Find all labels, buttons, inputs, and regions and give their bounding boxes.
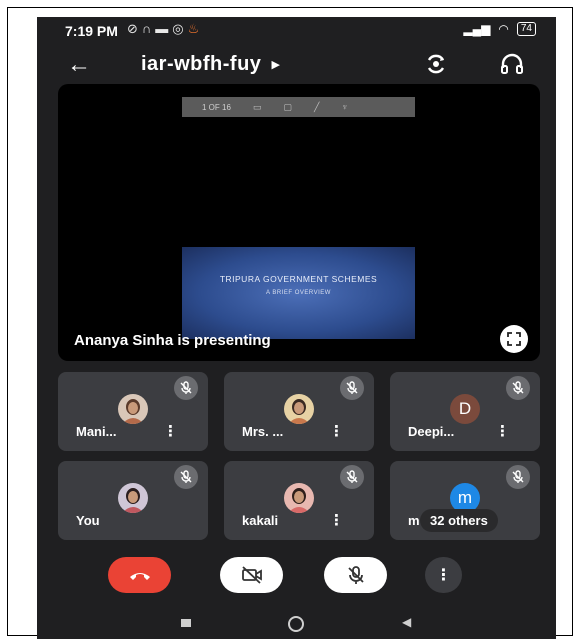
wifi-icon: ◠ <box>498 22 509 36</box>
fullscreen-button[interactable] <box>500 325 528 353</box>
muted-mic-icon <box>174 465 198 489</box>
battery-icon: 74 <box>516 22 536 36</box>
pen-icon: ╱ <box>313 101 320 112</box>
slide-title: TRIPURA GOVERNMENT SCHEMES <box>219 274 378 284</box>
participant-tile[interactable]: kakali ⋮ <box>224 461 374 540</box>
recents-icon[interactable] <box>181 619 191 627</box>
others-count-chip[interactable]: 32 others <box>420 509 498 532</box>
muted-mic-icon <box>174 376 198 400</box>
more-options-button[interactable]: ⋮ <box>425 557 462 593</box>
android-nav-bar: ◀ <box>37 607 556 639</box>
message-icon: ▬ <box>155 21 173 36</box>
caret-right-icon: ▶ <box>271 59 281 72</box>
camera-off-icon <box>241 566 262 584</box>
participant-avatar <box>284 394 314 424</box>
status-time: 7:19 PM <box>65 23 118 39</box>
tinder-icon: ♨ <box>187 21 204 36</box>
notification-icons: ⊘∩▬◎♨ <box>127 21 203 37</box>
end-call-button[interactable] <box>108 557 171 593</box>
status-right: ▂▄▆ ◠ 74 <box>463 22 536 36</box>
presenting-label: Ananya Sinha is presenting <box>74 332 271 349</box>
back-icon[interactable]: ◀ <box>402 615 411 629</box>
slide-toolbar: 1 OF 16 ▭ ▢ ╱ ♆ <box>182 97 415 117</box>
participant-name: Deepi... <box>408 424 455 439</box>
headphones-icon: ∩ <box>141 21 156 36</box>
participant-tile[interactable]: m m 32 others <box>390 461 540 540</box>
participant-avatar: D <box>450 394 480 424</box>
slide-content: TRIPURA GOVERNMENT SCHEMES A BRIEF OVERV… <box>182 247 415 339</box>
home-icon[interactable] <box>288 616 304 632</box>
gallery-icon: ⊘ <box>127 21 142 36</box>
participant-avatar <box>118 394 148 424</box>
participant-name: m <box>408 513 420 528</box>
meeting-header: ← iar-wbfh-fuy ▶ <box>37 47 556 83</box>
participant-avatar <box>118 483 148 513</box>
meeting-code-text: iar-wbfh-fuy <box>141 53 262 75</box>
status-bar: 7:19 PM ⊘∩▬◎♨ ▂▄▆ ◠ 74 <box>37 17 556 43</box>
participant-menu-icon[interactable]: ⋮ <box>163 422 178 440</box>
phone-hangup-icon <box>129 573 150 580</box>
slide-page-indicator: 1 OF 16 <box>202 102 231 112</box>
fullscreen-icon <box>507 332 521 346</box>
participant-name: Mani... <box>76 424 117 439</box>
meeting-code[interactable]: iar-wbfh-fuy ▶ <box>141 53 280 76</box>
comment-icon: ▭ <box>252 101 262 112</box>
presentation-view[interactable]: 1 OF 16 ▭ ▢ ╱ ♆ TRIPURA GOVERNMENT SCHEM… <box>58 84 540 361</box>
phone-screen: 7:19 PM ⊘∩▬◎♨ ▂▄▆ ◠ 74 ← iar-wbfh-fuy ▶ 1… <box>37 17 556 639</box>
muted-mic-icon <box>340 465 364 489</box>
muted-mic-icon <box>340 376 364 400</box>
participant-menu-icon[interactable]: ⋮ <box>329 511 344 529</box>
participant-name: You <box>76 513 100 528</box>
participant-tile[interactable]: Mani... ⋮ <box>58 372 208 451</box>
muted-mic-icon <box>506 376 530 400</box>
participant-tile[interactable]: You <box>58 461 208 540</box>
avatar-letter: D <box>458 399 472 418</box>
participant-menu-icon[interactable]: ⋮ <box>495 422 510 440</box>
avatar-letter: m <box>457 488 473 507</box>
camera-toggle-button[interactable] <box>220 557 283 593</box>
more-vert-icon: ⋮ <box>435 567 452 584</box>
participant-name: kakali <box>242 513 279 528</box>
participant-avatar <box>284 483 314 513</box>
pointer-icon: ♆ <box>341 102 349 112</box>
headphones-icon[interactable] <box>499 51 525 77</box>
participant-tile[interactable]: Mrs. ... ⋮ <box>224 372 374 451</box>
microphone-toggle-button[interactable] <box>324 557 387 593</box>
participant-tile[interactable]: D Deepi... ⋮ <box>390 372 540 451</box>
participant-menu-icon[interactable]: ⋮ <box>329 422 344 440</box>
whatsapp-icon: ◎ <box>172 21 188 36</box>
switch-camera-icon[interactable] <box>423 51 449 77</box>
slide-subtitle: A BRIEF OVERVIEW <box>266 290 331 296</box>
mic-off-icon <box>347 566 364 584</box>
participant-name: Mrs. ... <box>242 424 284 439</box>
signal-icon: ▂▄▆ <box>463 22 491 36</box>
arrow-left-icon[interactable]: ← <box>67 51 91 79</box>
muted-mic-icon <box>506 465 530 489</box>
screen-icon: ▢ <box>283 101 292 112</box>
